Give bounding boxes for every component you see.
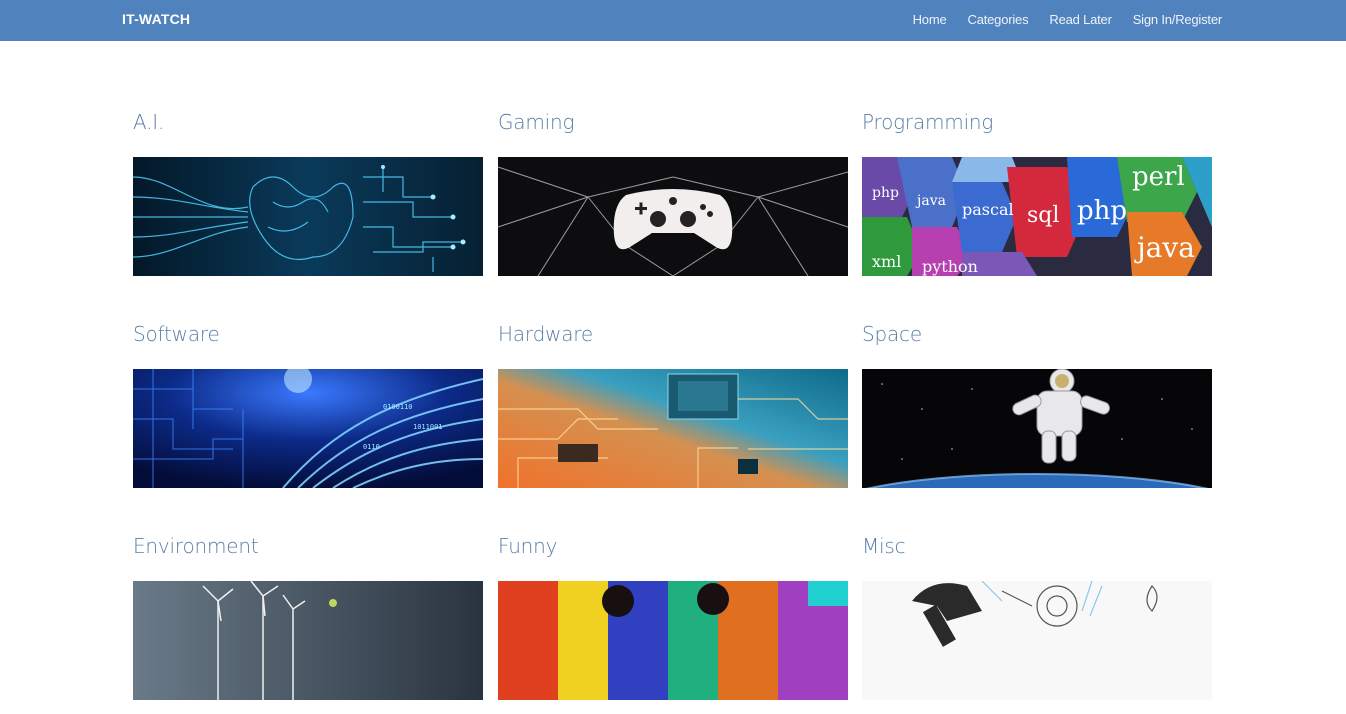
category-card-ai[interactable]: A.I. [133, 110, 483, 290]
category-title[interactable]: A.I. [133, 110, 164, 134]
category-card-funny[interactable]: Funny [498, 534, 848, 714]
tools-sketch-image[interactable] [862, 581, 1212, 700]
nav-link-sign-in-register[interactable]: Sign In/Register [1133, 12, 1222, 27]
svg-text:perl: perl [1132, 162, 1185, 192]
category-title[interactable]: Hardware [498, 322, 593, 346]
category-card-programming[interactable]: Programming php java pascal sql php perl… [862, 110, 1212, 290]
svg-text:python: python [922, 257, 978, 276]
game-controller-image[interactable] [498, 157, 848, 276]
category-card-space[interactable]: Space [862, 322, 1212, 502]
category-title[interactable]: Programming [862, 110, 993, 134]
svg-text:php: php [872, 185, 899, 201]
top-navbar: IT-WATCH Home Categories Read Later Sign… [0, 0, 1346, 41]
svg-text:sql: sql [1027, 203, 1059, 228]
wind-turbines-image[interactable] [133, 581, 483, 700]
category-title[interactable]: Gaming [498, 110, 574, 134]
nav-link-categories[interactable]: Categories [968, 12, 1029, 27]
colorful-paint-image[interactable] [498, 581, 848, 700]
category-title[interactable]: Funny [498, 534, 557, 558]
svg-text:0110: 0110 [363, 443, 380, 451]
category-title[interactable]: Environment [133, 534, 259, 558]
svg-text:php: php [1077, 196, 1127, 226]
category-card-gaming[interactable]: Gaming [498, 110, 848, 290]
svg-text:pascal: pascal [962, 200, 1014, 219]
nav-link-read-later[interactable]: Read Later [1049, 12, 1112, 27]
nav-links: Home Categories Read Later Sign In/Regis… [913, 12, 1223, 27]
brand-logo-link[interactable]: IT-WATCH [122, 11, 190, 27]
astronaut-image[interactable] [862, 369, 1212, 488]
ai-brain-circuit-image[interactable] [133, 157, 483, 276]
svg-text:java: java [915, 193, 946, 209]
svg-text:xml: xml [872, 252, 901, 271]
category-title[interactable]: Space [862, 322, 922, 346]
category-title[interactable]: Software [133, 322, 220, 346]
category-card-software[interactable]: Software 0100110 1011001 0110 [133, 322, 483, 502]
svg-text:1011001: 1011001 [413, 423, 443, 431]
category-card-misc[interactable]: Misc [862, 534, 1212, 714]
category-card-environment[interactable]: Environment [133, 534, 483, 714]
svg-text:java: java [1134, 231, 1195, 264]
binary-circuit-image[interactable]: 0100110 1011001 0110 [133, 369, 483, 488]
programming-languages-image[interactable]: php java pascal sql php perl java xml py… [862, 157, 1212, 276]
nav-link-home[interactable]: Home [913, 12, 947, 27]
circuit-board-image[interactable] [498, 369, 848, 488]
category-card-hardware[interactable]: Hardware [498, 322, 848, 502]
svg-text:0100110: 0100110 [383, 403, 413, 411]
category-title[interactable]: Misc [862, 534, 906, 558]
